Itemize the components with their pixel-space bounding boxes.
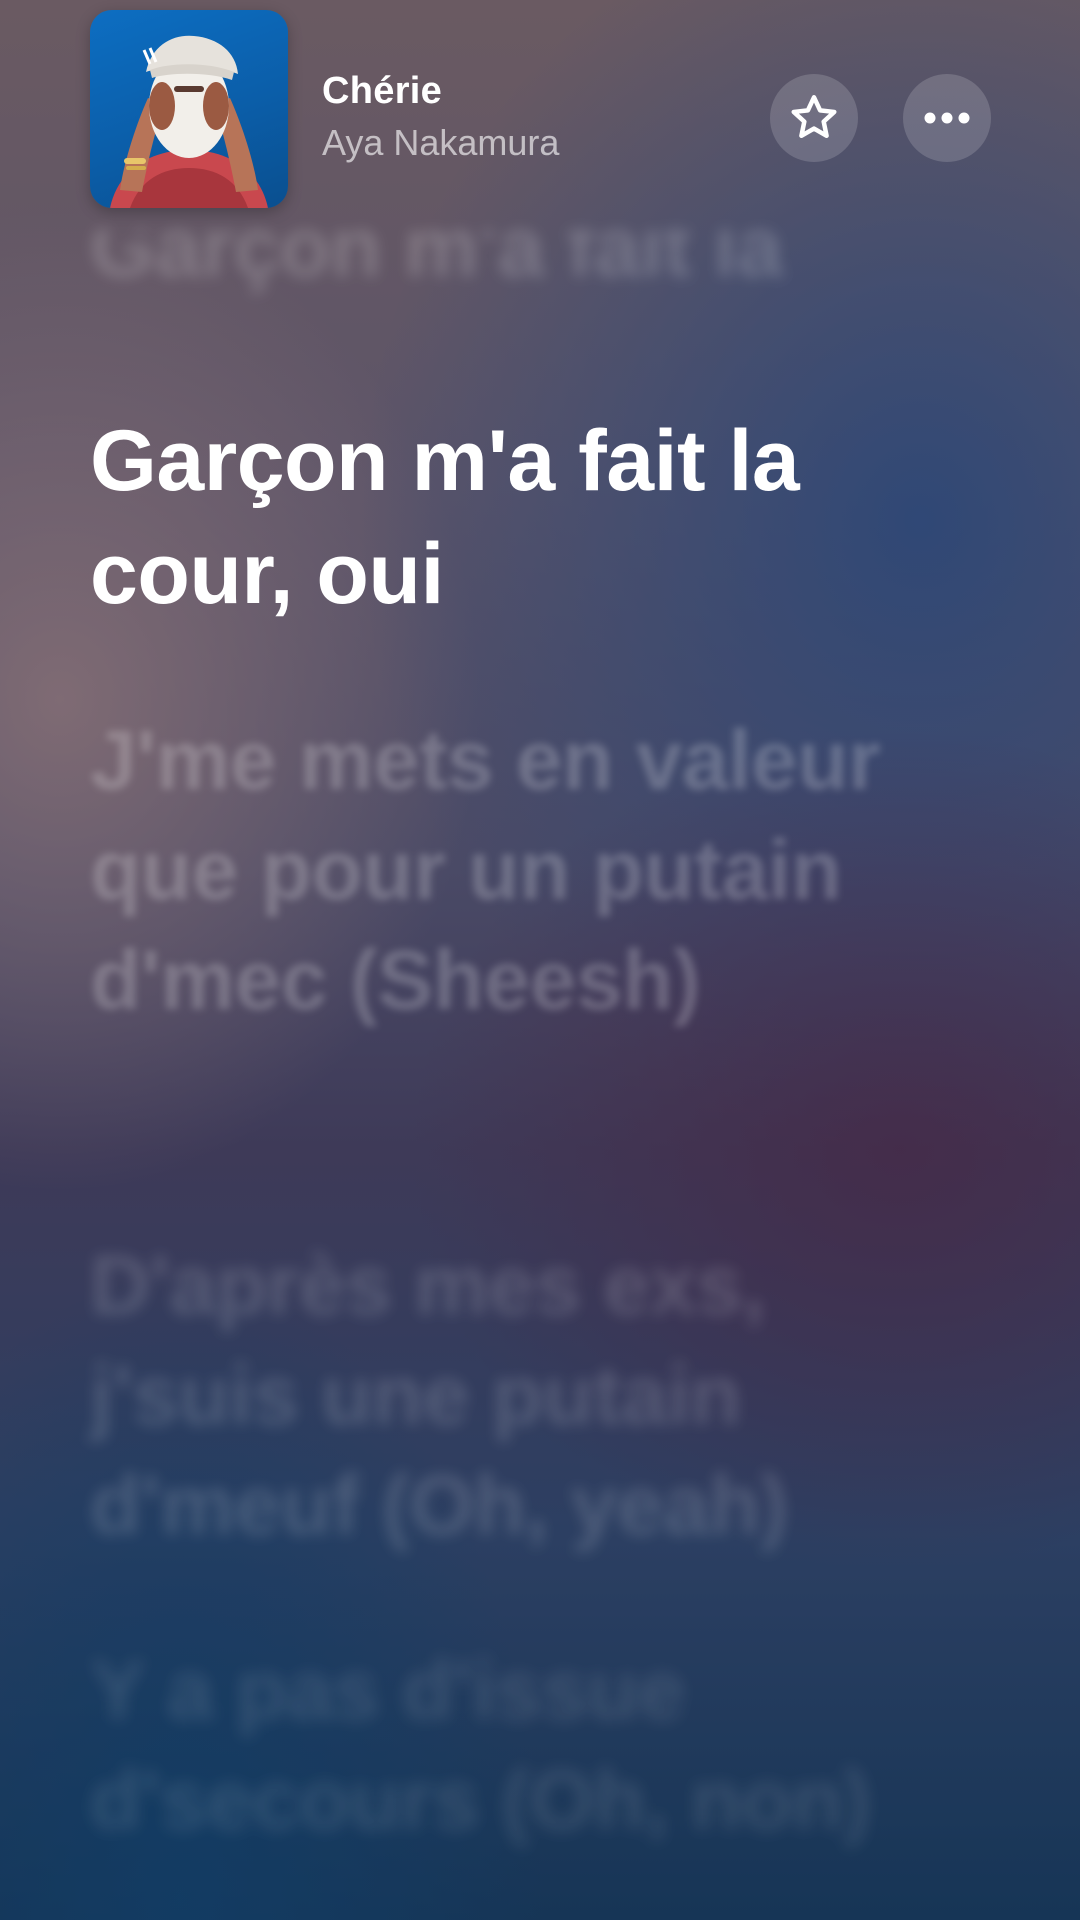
lyrics-screen: Chérie Aya Nakamura Garçon m'a fait la c… <box>0 0 1080 1920</box>
lyric-line-previous[interactable]: Garçon m'a fait la cour, oui <box>90 230 970 320</box>
star-outline-icon <box>791 95 837 139</box>
album-art-image <box>110 35 268 208</box>
ellipsis-icon <box>924 112 970 124</box>
lyric-line-current[interactable]: Garçon m'a fait la cour, oui <box>90 405 970 631</box>
album-art[interactable] <box>90 10 288 208</box>
lyric-line-upcoming[interactable]: D'après mes exs, j'suis une putain d'meu… <box>90 1230 970 1560</box>
lyric-line-upcoming[interactable]: J'me mets en valeur que pour un putain d… <box>90 705 970 1035</box>
song-artist[interactable]: Aya Nakamura <box>322 122 559 164</box>
favorite-button[interactable] <box>770 74 858 162</box>
more-options-button[interactable] <box>903 74 991 162</box>
now-playing-header: Chérie Aya Nakamura <box>0 0 1080 230</box>
song-title: Chérie <box>322 70 443 112</box>
lyric-line-previous-text: Garçon m'a fait la cour, oui <box>90 230 783 320</box>
lyric-line-upcoming[interactable]: Y a pas d'issue d'secours (Oh, non) <box>90 1635 970 1855</box>
